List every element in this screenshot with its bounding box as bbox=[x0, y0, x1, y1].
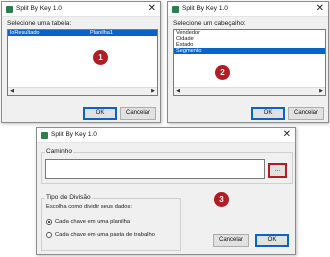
split-mode-group-label: Tipo de Divisão bbox=[45, 194, 92, 201]
table-listbox[interactable]: loResultado Planilha1 ◀ ▶ bbox=[7, 29, 158, 96]
chevron-right-icon[interactable]: ▶ bbox=[317, 88, 325, 95]
horizontal-scrollbar[interactable]: ◀ ▶ bbox=[174, 87, 325, 95]
ok-button[interactable]: OK bbox=[255, 234, 289, 247]
cancel-button[interactable]: Cancelar bbox=[120, 107, 156, 120]
sheet-name: Planilha1 bbox=[90, 30, 114, 36]
cancel-button[interactable]: Cancelar bbox=[213, 234, 249, 247]
radio-button[interactable] bbox=[46, 232, 52, 238]
list-item[interactable]: Segmento bbox=[174, 48, 325, 54]
table-name: loResultado bbox=[10, 30, 40, 36]
split-mode-prompt: Escolha como dividir seus dados: bbox=[46, 204, 133, 210]
dialog-split-options: Split By Key 1.0 ✕ Caminho ... Tipo de D… bbox=[36, 127, 296, 255]
list-item[interactable]: loResultado Planilha1 bbox=[8, 30, 157, 36]
window-title: Split By Key 1.0 bbox=[182, 5, 228, 12]
path-group-label: Caminho bbox=[45, 148, 74, 155]
ok-button[interactable]: OK bbox=[83, 107, 117, 120]
excel-app-icon bbox=[6, 6, 13, 13]
dialog-select-table: Split By Key 1.0 ✕ Selecione uma tabela:… bbox=[1, 1, 161, 123]
header-prompt-label: Selecione um cabeçalho: bbox=[173, 20, 246, 27]
title-bar[interactable]: Split By Key 1.0 ✕ bbox=[37, 128, 295, 143]
chevron-left-icon[interactable]: ◀ bbox=[174, 88, 182, 95]
option-per-workbook[interactable]: Cada chave em uma pasta de trabalho bbox=[46, 232, 155, 239]
radio-button[interactable] bbox=[46, 219, 52, 225]
excel-app-icon bbox=[172, 6, 179, 13]
close-icon[interactable]: ✕ bbox=[148, 3, 156, 15]
step-badge-1: 1 bbox=[93, 50, 108, 65]
window-title: Split By Key 1.0 bbox=[16, 5, 62, 12]
step-badge-3: 3 bbox=[214, 192, 229, 207]
title-bar[interactable]: Split By Key 1.0 ✕ bbox=[168, 2, 328, 17]
window-title: Split By Key 1.0 bbox=[51, 131, 97, 138]
browse-button[interactable]: ... bbox=[268, 163, 287, 178]
ok-button[interactable]: OK bbox=[251, 107, 285, 120]
radio-label: Cada chave em uma pasta de trabalho bbox=[55, 232, 155, 238]
chevron-left-icon[interactable]: ◀ bbox=[8, 88, 16, 95]
horizontal-scrollbar[interactable]: ◀ ▶ bbox=[8, 87, 157, 95]
title-bar[interactable]: Split By Key 1.0 ✕ bbox=[2, 2, 160, 17]
close-icon[interactable]: ✕ bbox=[316, 3, 324, 15]
option-per-sheet[interactable]: Cada chave em uma planilha bbox=[46, 219, 130, 226]
close-icon[interactable]: ✕ bbox=[283, 129, 291, 141]
step-badge-2: 2 bbox=[215, 65, 230, 80]
cancel-button[interactable]: Cancelar bbox=[288, 107, 324, 120]
dialog-select-header: Split By Key 1.0 ✕ Selecione um cabeçalh… bbox=[167, 1, 329, 123]
path-input[interactable] bbox=[45, 159, 265, 179]
radio-label: Cada chave em uma planilha bbox=[55, 219, 131, 225]
excel-app-icon bbox=[41, 132, 48, 139]
chevron-right-icon[interactable]: ▶ bbox=[149, 88, 157, 95]
table-prompt-label: Selecione uma tabela: bbox=[7, 20, 72, 27]
header-listbox[interactable]: Vendedor Cidade Estado Segmento ◀ ▶ bbox=[173, 29, 326, 96]
